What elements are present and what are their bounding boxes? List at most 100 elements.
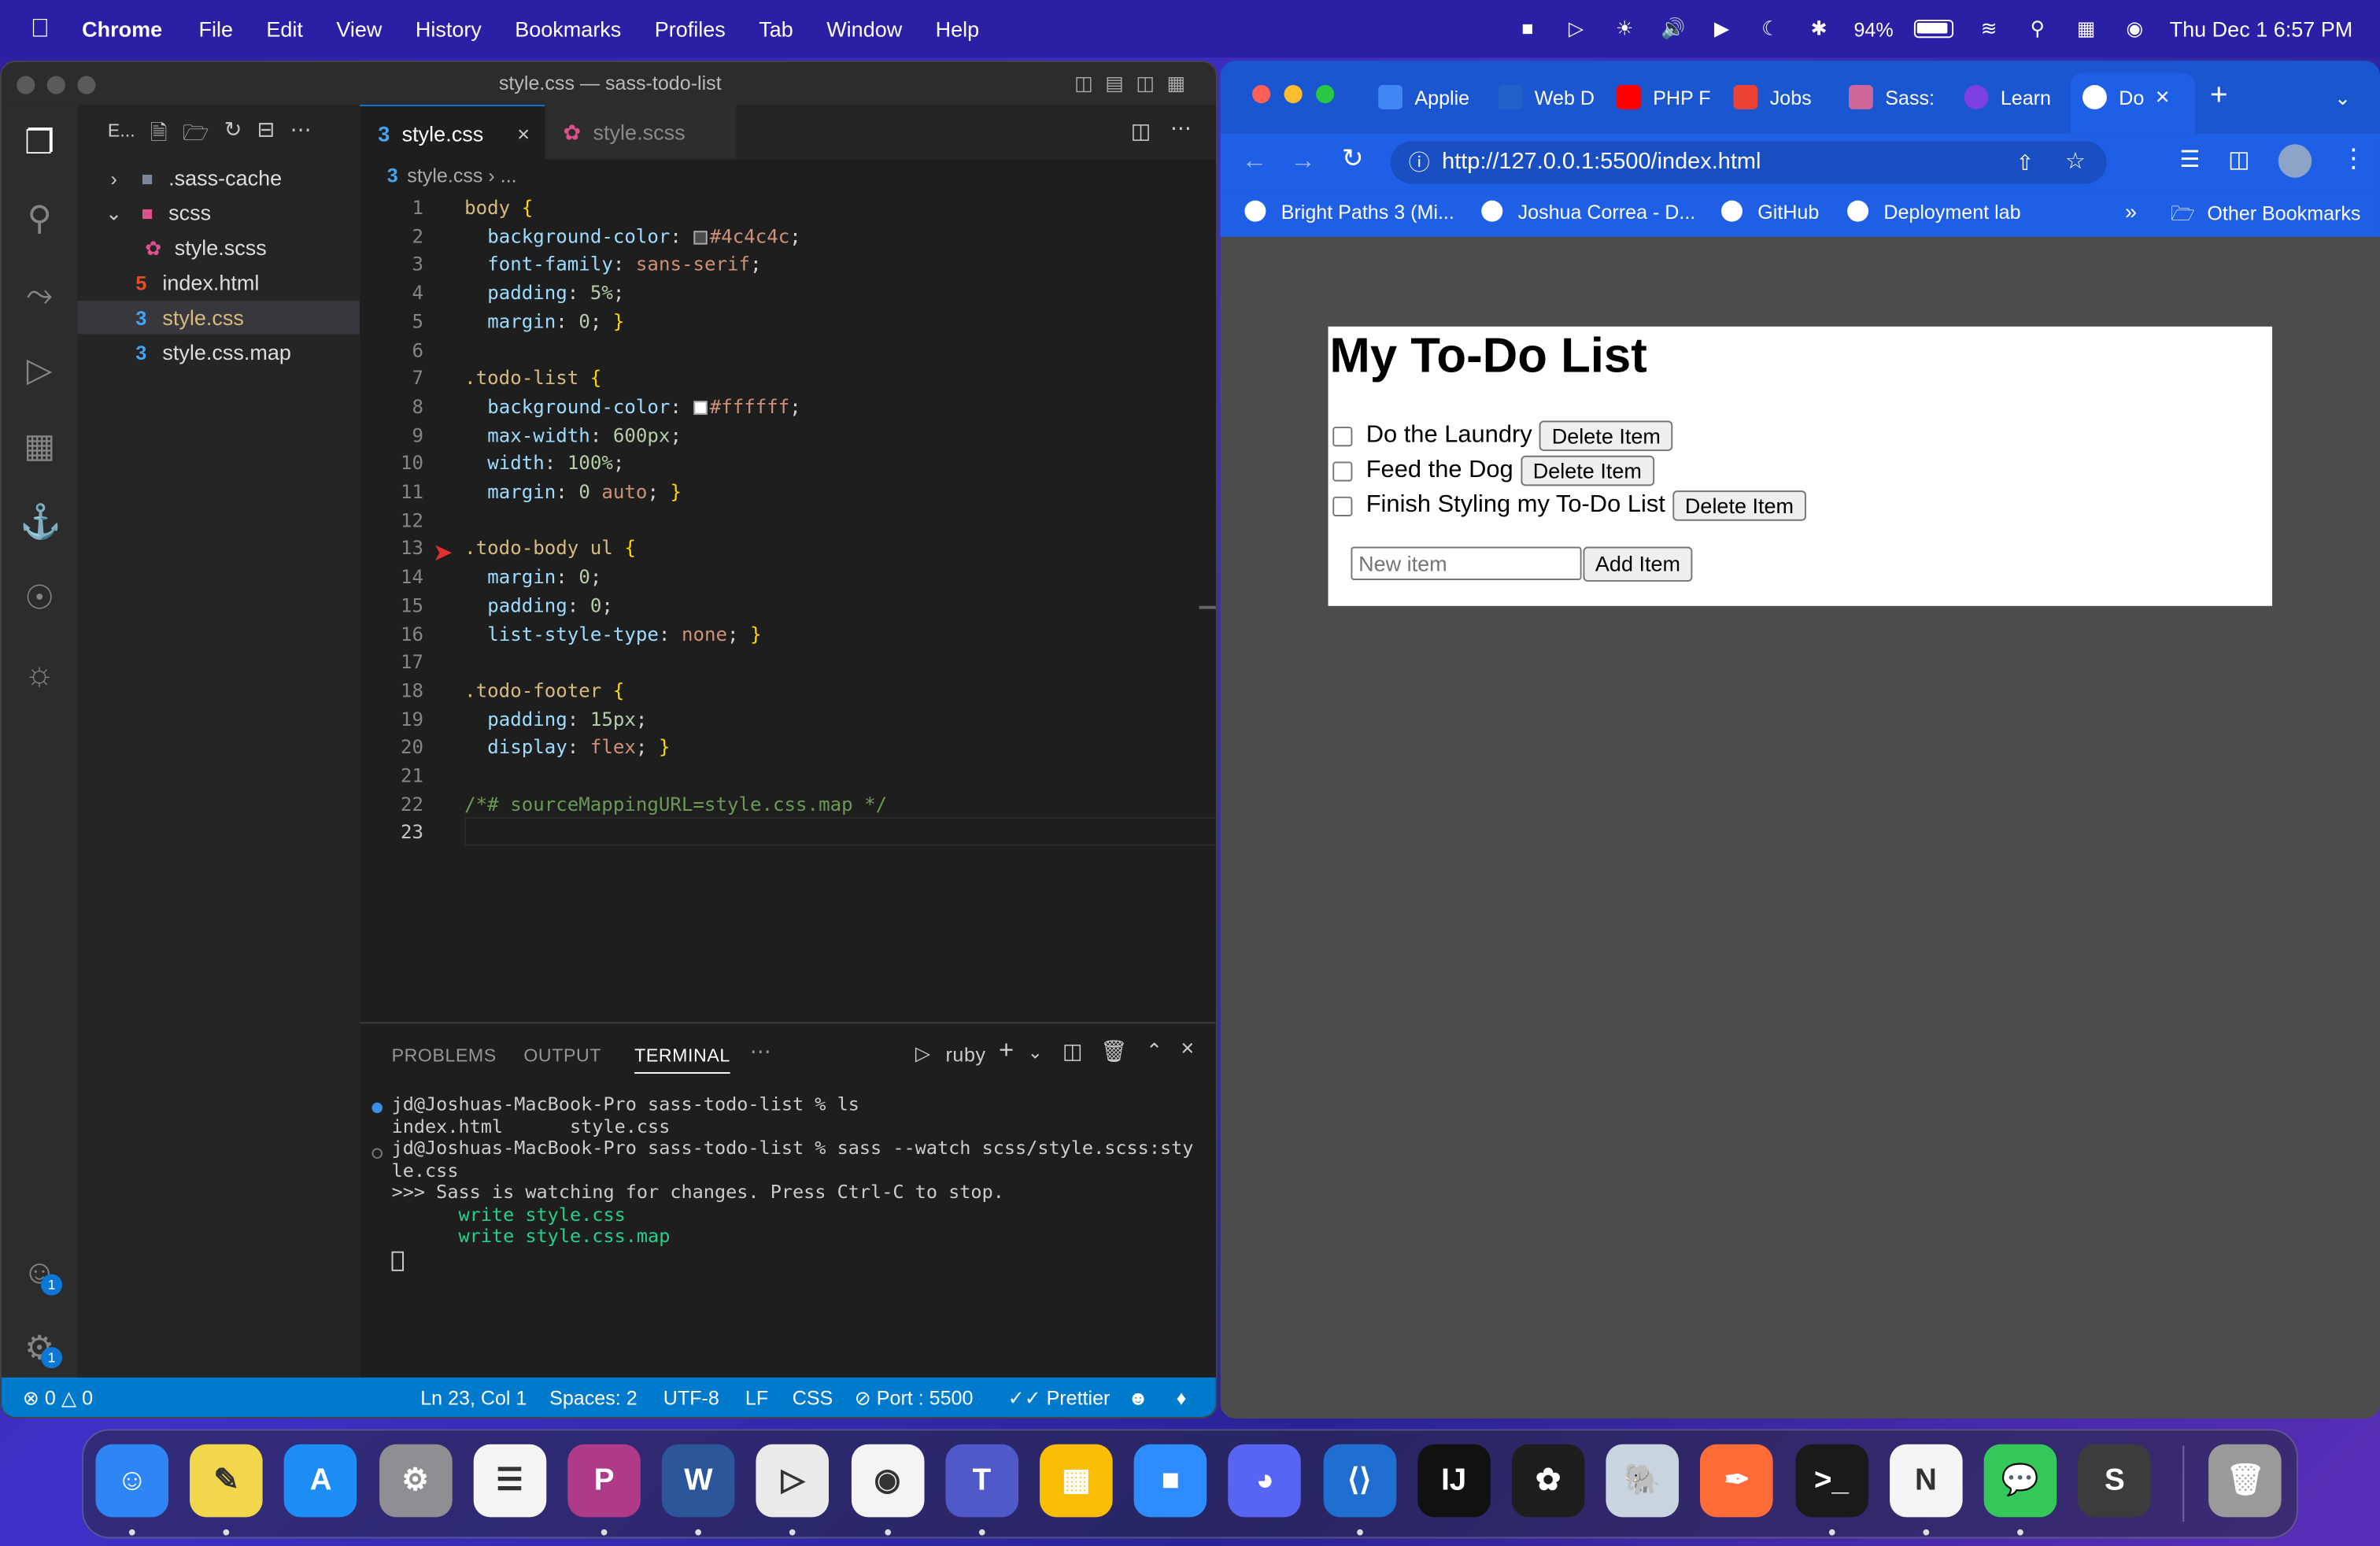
menu-profiles[interactable]: Profiles [655, 17, 726, 41]
dock-keynote-icon[interactable]: ▦ [1040, 1444, 1113, 1518]
dock-finder-icon[interactable]: ☺ [95, 1444, 169, 1518]
code-line[interactable]: margin: 0; [464, 565, 601, 588]
new-terminal-icon[interactable]: + [999, 1036, 1014, 1067]
bookmark-star-icon[interactable]: ☆ [2065, 141, 2086, 183]
run-debug-icon[interactable]: ▷ [20, 351, 59, 390]
focus-moon-icon[interactable]: ☾ [1757, 17, 1784, 39]
dock-play-icon[interactable]: ▷ [756, 1444, 830, 1518]
explorer-icon[interactable]: ❐ [20, 123, 59, 162]
dock-terminal-icon[interactable]: >_ [1794, 1444, 1868, 1518]
code-line[interactable]: .todo-footer { [464, 679, 624, 701]
bluetooth-icon[interactable]: ✱ [1805, 17, 1833, 39]
address-bar[interactable]: ⓘ http://127.0.0.1:5500/index.html ⇧ ☆ [1390, 141, 2107, 184]
todo-checkbox[interactable] [1332, 460, 1353, 481]
tree-item-index-html[interactable]: 5 index.html [77, 266, 360, 299]
control-center-icon[interactable]: ▦ [2072, 17, 2100, 39]
minimize-window-button[interactable] [1284, 85, 1303, 104]
delete-item-button[interactable]: Delete Item [1539, 420, 1673, 451]
code-line[interactable]: .todo-body ul { [464, 537, 636, 560]
reading-list-icon[interactable]: ☰ [2179, 146, 2200, 173]
language-mode[interactable]: CSS [793, 1378, 833, 1417]
tree-item-style-css[interactable]: 3 style.css [77, 300, 360, 335]
maximize-window-button[interactable] [77, 76, 96, 94]
menu-tab[interactable]: Tab [759, 17, 793, 41]
menu-history[interactable]: History [416, 17, 482, 41]
minimap-slider[interactable] [1199, 605, 1216, 609]
menu-view[interactable]: View [336, 17, 382, 41]
add-item-button[interactable]: Add Item [1583, 546, 1693, 582]
dock-messages-icon[interactable]: 💬 [1983, 1444, 2057, 1518]
dock-trash-icon[interactable]: 🗑 [2208, 1444, 2282, 1518]
tab-style-scss[interactable]: ✿ style.scss [545, 105, 737, 160]
close-tab-icon[interactable]: × [2156, 82, 2170, 115]
panel-more-icon[interactable]: ⋯ [750, 1039, 772, 1065]
dock-discord-icon[interactable]: ◕ [1228, 1444, 1302, 1518]
share-icon[interactable]: ⇧ [2016, 141, 2034, 183]
tab-php[interactable]: PHP F [1616, 82, 1711, 115]
todo-checkbox[interactable] [1332, 495, 1353, 516]
search-icon[interactable]: ⚲ [20, 199, 59, 239]
refresh-icon[interactable]: ↻ [224, 117, 242, 153]
editor-more-icon[interactable]: ⋯ [1170, 116, 1192, 142]
breadcrumb-symbol[interactable]: ... [501, 164, 517, 187]
eol-status[interactable]: LF [745, 1378, 768, 1417]
bookmark-github[interactable]: GitHub [1720, 200, 1819, 224]
dock-pgadmin-icon[interactable]: 🐘 [1606, 1444, 1680, 1518]
close-window-button[interactable] [1252, 85, 1271, 104]
code-line[interactable]: list-style-type: none; } [464, 622, 761, 645]
back-arrow-icon[interactable]: ← [1242, 146, 1268, 176]
code-line[interactable]: body { [464, 196, 533, 219]
maximize-panel-icon[interactable]: ⌃ [1146, 1039, 1163, 1063]
battery-icon[interactable] [1914, 20, 1954, 39]
prettier-status[interactable]: ✓✓ Prettier [1008, 1378, 1111, 1417]
menu-window[interactable]: Window [826, 17, 902, 41]
todo-checkbox[interactable] [1332, 426, 1353, 446]
dock-sublime-icon[interactable]: S [2078, 1444, 2152, 1518]
siri-icon[interactable]: ◉ [2121, 17, 2149, 39]
dock-chrome-icon[interactable]: ◉ [851, 1444, 924, 1518]
code-line[interactable]: padding: 15px; [464, 707, 647, 730]
encoding-status[interactable]: UTF-8 [663, 1378, 719, 1417]
spotlight-search-icon[interactable]: ⚲ [2024, 17, 2052, 39]
live-server-port[interactable]: ⊘ Port : 5500 [855, 1378, 974, 1417]
collapse-all-icon[interactable]: ⊟ [257, 117, 275, 153]
code-line[interactable]: max-width: 600px; [464, 423, 682, 446]
code-line[interactable]: background-color: #ffffff; [464, 394, 801, 417]
apple-icon[interactable]:  [31, 13, 58, 44]
edge-devtools-icon[interactable]: ☼ [20, 655, 59, 694]
menu-help[interactable]: Help [936, 17, 980, 41]
new-folder-icon[interactable]: 🗁 [183, 117, 209, 153]
tab-applied[interactable]: Applie [1378, 82, 1469, 115]
notifications-bell-icon[interactable]: ♦ [1177, 1378, 1187, 1417]
terminal-shell-name[interactable]: ruby [945, 1043, 985, 1066]
kill-terminal-icon[interactable]: 🗑 [1100, 1039, 1128, 1065]
dock-word-icon[interactable]: W [662, 1444, 735, 1518]
new-item-input[interactable]: New item [1351, 546, 1582, 580]
volume-icon[interactable]: 🔊 [1660, 17, 1687, 39]
feedback-icon[interactable]: ☻ [1128, 1378, 1148, 1417]
tab-search-chevron-icon[interactable]: ⌄ [2334, 82, 2351, 115]
docker-icon[interactable]: ⚓ [20, 503, 61, 542]
menu-file[interactable]: File [198, 17, 233, 41]
code-line[interactable]: .todo-list { [464, 366, 601, 389]
extensions-icon[interactable]: ▦ [20, 427, 59, 466]
dock-figma-icon[interactable]: ✿ [1511, 1444, 1585, 1518]
breadcrumb[interactable]: 3 style.css › ... [360, 160, 1216, 193]
chrome-menu-icon[interactable]: ⋮ [2341, 144, 2367, 175]
side-panel-icon[interactable]: ◫ [2228, 146, 2249, 173]
brightness-icon[interactable]: ☀ [1611, 17, 1639, 39]
code-line[interactable]: margin: 0; } [464, 309, 624, 332]
new-tab-icon[interactable]: + [2210, 79, 2228, 112]
menu-app-name[interactable]: Chrome [82, 17, 162, 41]
tab-output[interactable]: OUTPUT [523, 1045, 601, 1066]
bookmarks-overflow[interactable]: » [2125, 199, 2137, 224]
code-line[interactable]: font-family: sans-serif; [464, 253, 761, 276]
forward-arrow-icon[interactable]: → [1290, 146, 1316, 176]
bookmark-deployment-lab[interactable]: Deployment lab [1847, 200, 2021, 224]
tab-style-css[interactable]: 3 style.css × [360, 105, 545, 161]
new-file-icon[interactable]: 🗎 [150, 117, 168, 153]
close-tab-icon[interactable]: × [517, 106, 530, 161]
dock-system-settings-icon[interactable]: ⚙ [379, 1444, 452, 1518]
delete-item-button[interactable]: Delete Item [1672, 490, 1806, 521]
bookmark-joshua-correa[interactable]: Joshua Correa - D... [1481, 200, 1695, 224]
